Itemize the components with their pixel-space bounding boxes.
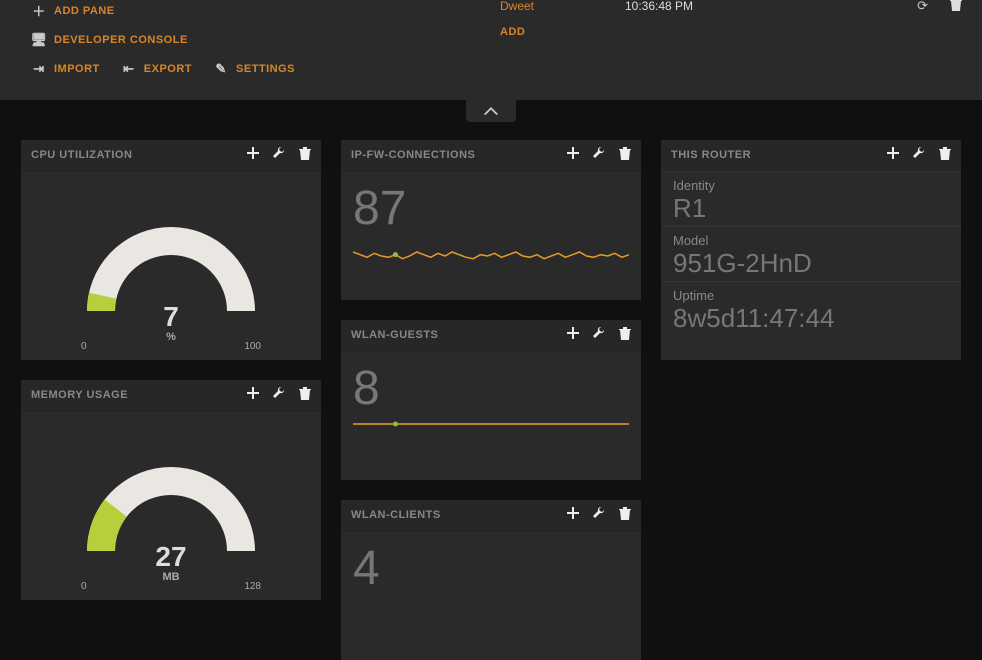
plus-icon[interactable] xyxy=(567,147,579,163)
pane-header: CPU UTILIZATION xyxy=(21,140,321,171)
datasource-last-updated: 10:36:48 PM xyxy=(625,0,785,13)
cpu-gauge: 7 % 0 100 xyxy=(21,171,321,361)
pane-wlan-clients: WLAN-CLIENTS 4 xyxy=(341,500,641,660)
pane-router: THIS ROUTER Identity R1 Model 951G-2HnD … xyxy=(661,140,961,360)
router-identity-row: Identity R1 xyxy=(661,171,961,226)
fw-sparkline xyxy=(341,236,641,291)
memory-gauge: 27 MB 0 128 xyxy=(21,411,321,601)
cpu-gauge-value: 7 % xyxy=(21,301,321,343)
wrench-icon[interactable] xyxy=(593,147,605,163)
gauge-max: 100 xyxy=(244,341,261,352)
pane-title: WLAN-CLIENTS xyxy=(351,509,441,521)
gauge-min: 0 xyxy=(81,581,87,592)
router-uptime-row: Uptime 8w5d11:47:44 xyxy=(661,281,961,336)
pane-header: WLAN-CLIENTS xyxy=(341,500,641,531)
fw-value: 87 xyxy=(341,171,641,236)
wrench-icon[interactable] xyxy=(593,327,605,343)
plus-icon[interactable] xyxy=(567,327,579,343)
pane-fw-connections: IP-FW-CONNECTIONS 87 xyxy=(341,140,641,300)
plus-icon[interactable] xyxy=(887,147,899,163)
pane-header: MEMORY USAGE xyxy=(21,380,321,411)
trash-icon[interactable] xyxy=(619,327,631,343)
trash-icon[interactable] xyxy=(299,387,311,403)
datasource-row: Dweet 10:36:48 PM ⟳ xyxy=(500,0,962,16)
plus-icon[interactable] xyxy=(247,147,259,163)
wlan-clients-value: 4 xyxy=(341,531,641,596)
gauge-max: 128 xyxy=(244,581,261,592)
trash-icon[interactable] xyxy=(619,147,631,163)
datasource-name[interactable]: Dweet xyxy=(500,0,625,13)
pane-title: CPU UTILIZATION xyxy=(31,149,132,161)
wrench-icon[interactable] xyxy=(273,147,285,163)
wlan-guests-value: 8 xyxy=(341,351,641,416)
chevron-up-icon xyxy=(484,104,498,118)
wrench-icon[interactable] xyxy=(913,147,925,163)
pane-header: IP-FW-CONNECTIONS xyxy=(341,140,641,171)
pane-header: WLAN-GUESTS xyxy=(341,320,641,351)
settings-button[interactable]: ✎ SETTINGS xyxy=(212,54,295,83)
refresh-icon[interactable]: ⟳ xyxy=(917,0,928,14)
add-datasource-button[interactable]: ADD xyxy=(500,26,962,38)
pane-title: THIS ROUTER xyxy=(671,149,751,161)
plus-icon[interactable] xyxy=(567,507,579,523)
pane-title: IP-FW-CONNECTIONS xyxy=(351,149,475,161)
wrench-icon[interactable] xyxy=(593,507,605,523)
plus-icon: ＋ xyxy=(30,1,48,20)
pane-title: MEMORY USAGE xyxy=(31,389,128,401)
export-icon: ⇤ xyxy=(120,61,138,77)
pane-memory: MEMORY USAGE 27 MB 0 128 xyxy=(21,380,321,600)
trash-icon[interactable] xyxy=(619,507,631,523)
import-button[interactable]: ⇥ IMPORT xyxy=(30,54,100,83)
developer-console-button[interactable]: 🖥 DEVELOPER CONSOLE xyxy=(30,25,295,54)
settings-icon: ✎ xyxy=(212,61,230,77)
wlan-guests-sparkline xyxy=(341,416,641,471)
top-menu: ＋ ADD PANE 🖥 DEVELOPER CONSOLE ⇥ IMPORT … xyxy=(30,0,295,83)
trash-icon[interactable] xyxy=(950,0,962,14)
export-button[interactable]: ⇤ EXPORT xyxy=(120,54,192,83)
pane-wlan-guests: WLAN-GUESTS 8 xyxy=(341,320,641,480)
router-model-row: Model 951G-2HnD xyxy=(661,226,961,281)
gauge-min: 0 xyxy=(81,341,87,352)
pane-title: WLAN-GUESTS xyxy=(351,329,438,341)
import-icon: ⇥ xyxy=(30,61,48,77)
pane-header: THIS ROUTER xyxy=(661,140,961,171)
top-bar: ＋ ADD PANE 🖥 DEVELOPER CONSOLE ⇥ IMPORT … xyxy=(0,0,982,100)
pane-cpu: CPU UTILIZATION 7 % 0 100 xyxy=(21,140,321,360)
trash-icon[interactable] xyxy=(299,147,311,163)
monitor-icon: 🖥 xyxy=(30,32,48,48)
plus-icon[interactable] xyxy=(247,387,259,403)
memory-gauge-value: 27 MB xyxy=(21,541,321,583)
dashboard-board: CPU UTILIZATION 7 % 0 100 MEMOR xyxy=(0,140,982,576)
datasources: Dweet 10:36:48 PM ⟳ ADD xyxy=(500,0,962,38)
wrench-icon[interactable] xyxy=(273,387,285,403)
trash-icon[interactable] xyxy=(939,147,951,163)
add-pane-button[interactable]: ＋ ADD PANE xyxy=(30,0,295,25)
collapse-header-button[interactable] xyxy=(466,100,516,122)
